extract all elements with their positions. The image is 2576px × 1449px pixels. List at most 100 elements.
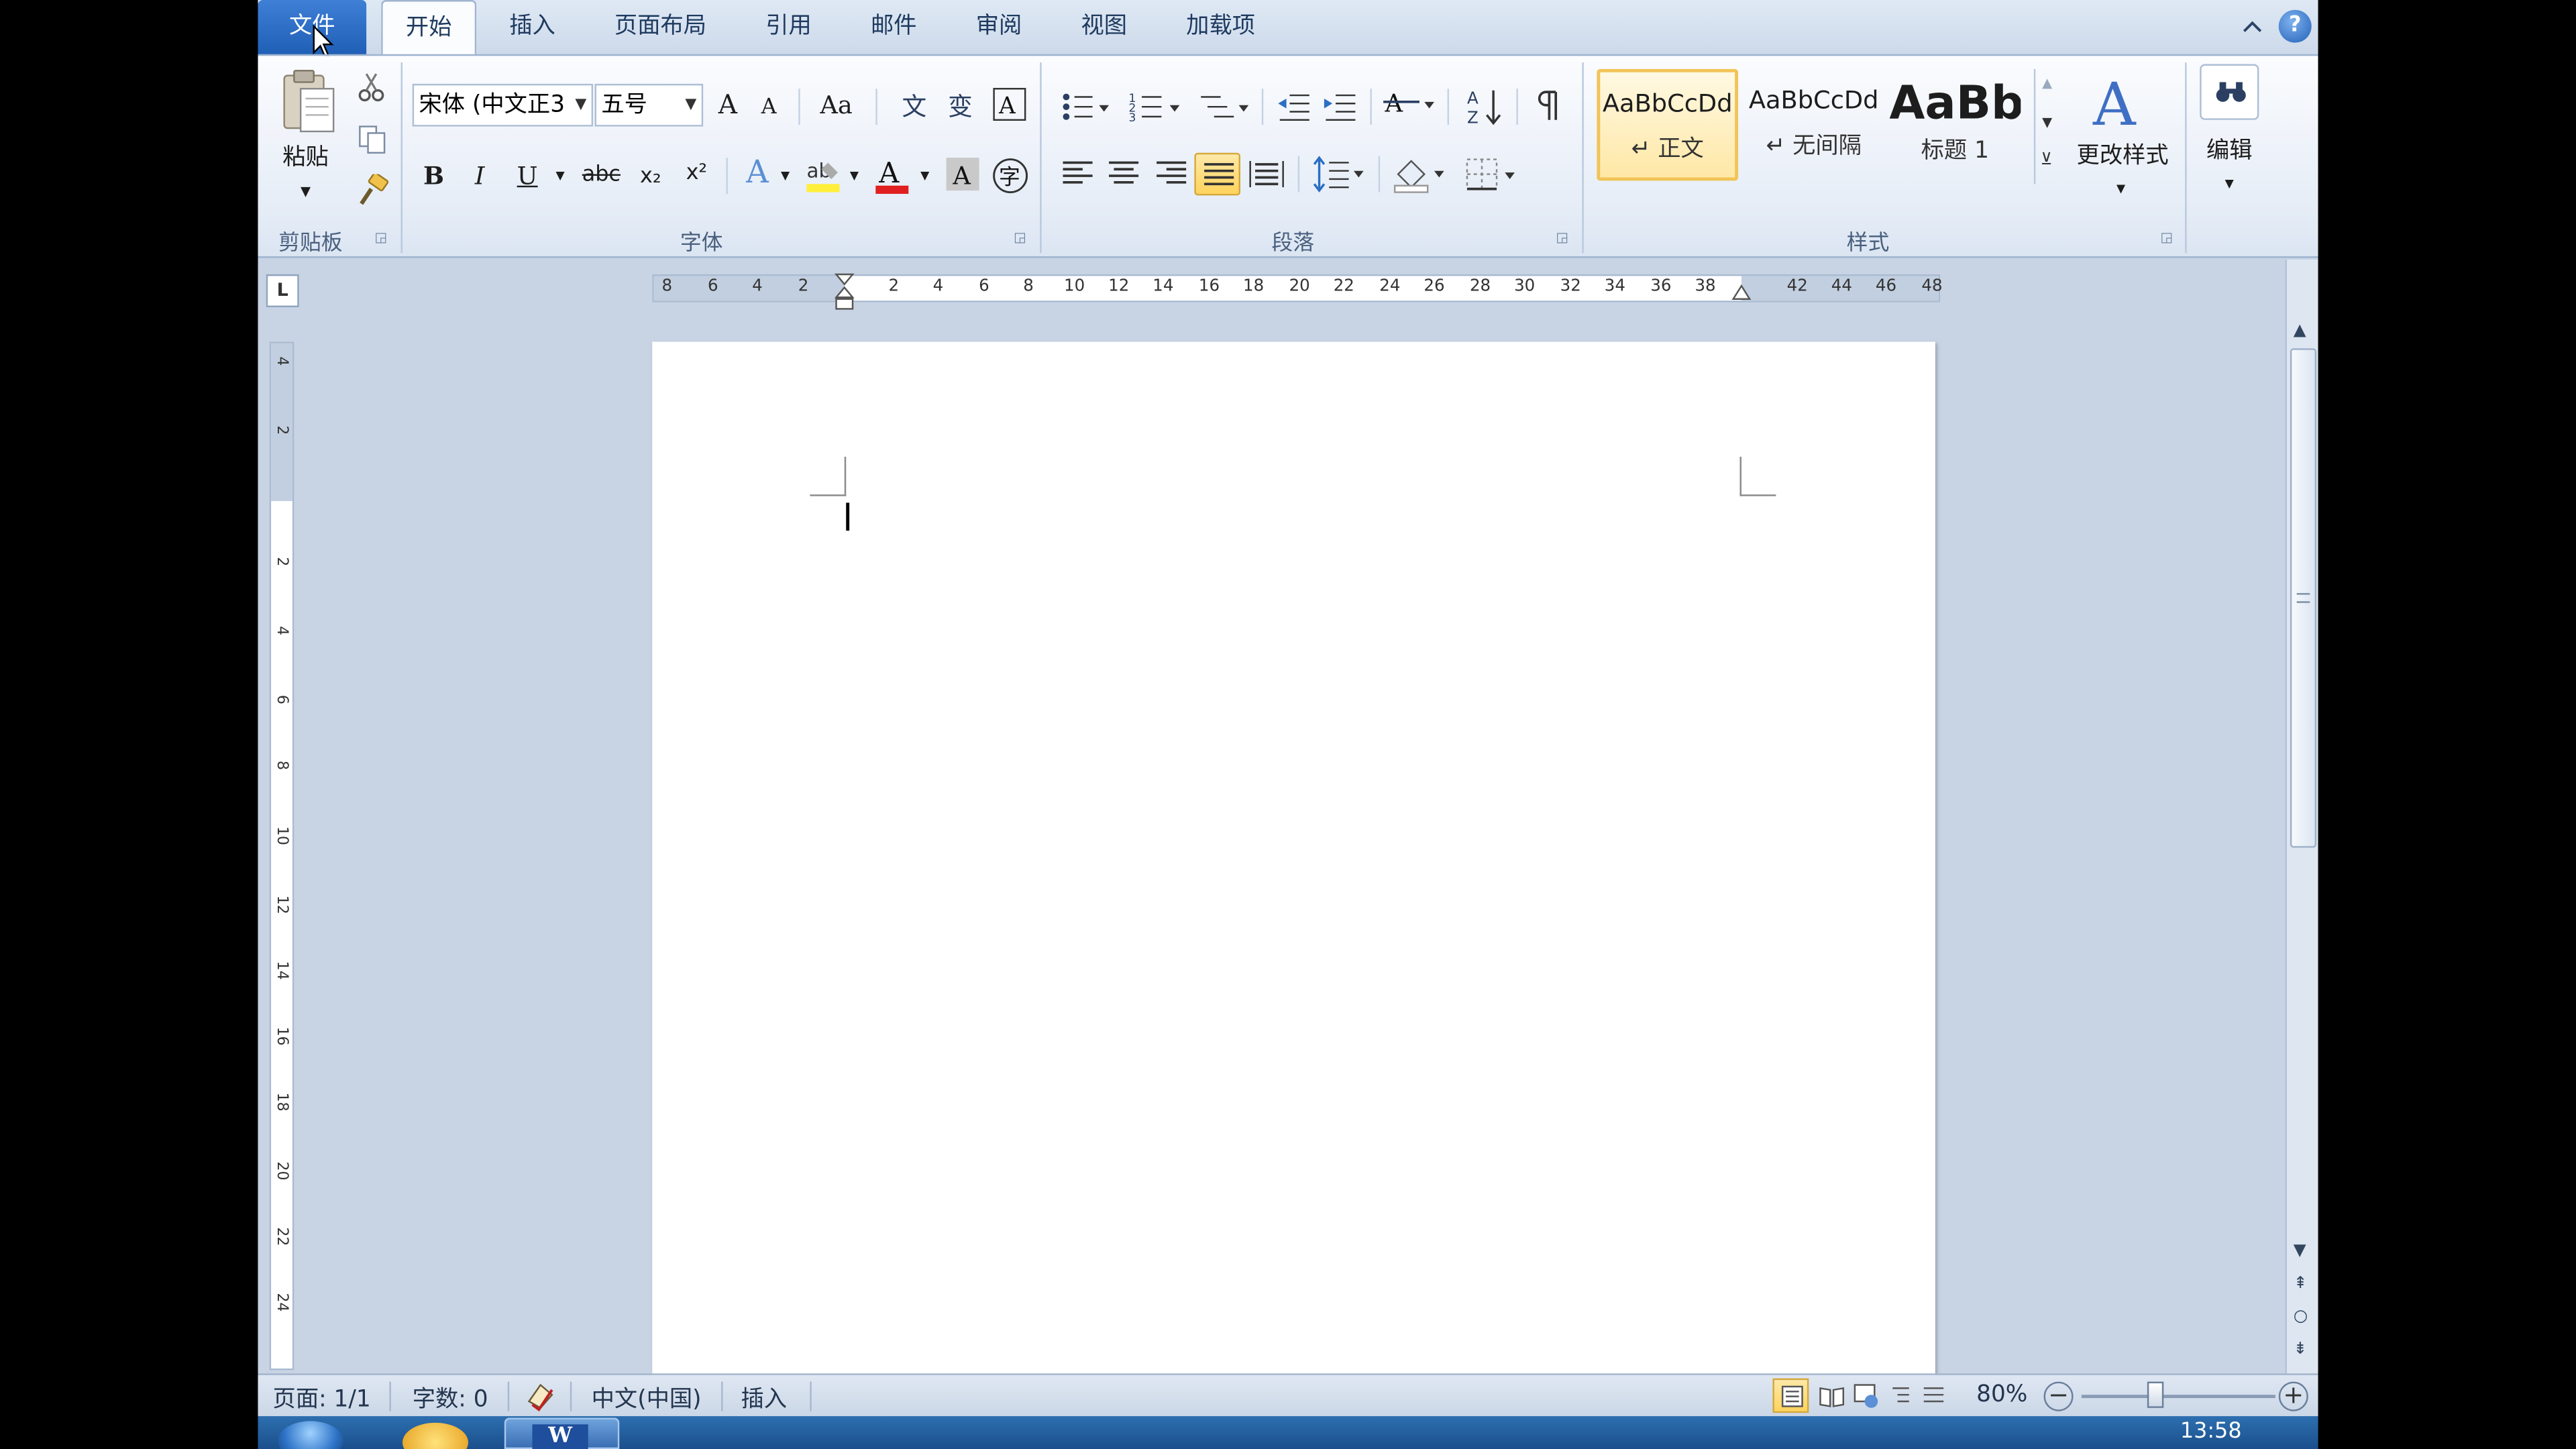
help-icon[interactable]: ? (2278, 9, 2312, 43)
outline-view-icon[interactable] (1889, 1383, 1912, 1408)
clipboard-launcher-icon[interactable]: ◲ (374, 230, 387, 245)
tab-review[interactable]: 审阅 (955, 0, 1043, 54)
distributed-align-icon[interactable] (1248, 160, 1285, 189)
show-formatting-marks-icon[interactable] (1533, 87, 1566, 127)
font-size-combo[interactable]: 五号 ▼ (594, 83, 704, 127)
previous-page-icon[interactable]: ⇞ (2294, 1275, 2308, 1293)
tab-selector-icon[interactable]: L (266, 274, 299, 307)
word-taskbar-button[interactable]: W (504, 1417, 620, 1449)
tab-references[interactable]: 引用 (744, 0, 833, 54)
page-count[interactable]: 页面: 1/1 (273, 1382, 371, 1415)
style-heading-1[interactable]: AaBb 标题 1 (1889, 69, 2021, 181)
explorer-taskbar-icon[interactable] (402, 1422, 468, 1449)
scroll-up-icon[interactable]: ▲ (2294, 322, 2306, 340)
clock[interactable]: 13:58 (2180, 1419, 2242, 1444)
more-styles-icon[interactable]: ⊻ (2041, 151, 2053, 169)
text-effects-button[interactable]: A (741, 154, 773, 191)
styles-launcher-icon[interactable]: ◲ (2160, 230, 2173, 245)
full-screen-reading-icon[interactable] (1819, 1385, 1845, 1408)
find-button[interactable] (2200, 64, 2259, 120)
subscript-button[interactable]: x₂ (633, 160, 669, 196)
format-painter-icon[interactable] (356, 174, 389, 207)
tab-insert[interactable]: 插入 (488, 0, 576, 54)
style-normal[interactable]: AaBbCcDd ↵ 正文 (1597, 68, 1739, 181)
next-page-icon[interactable]: ⇟ (2294, 1340, 2308, 1358)
zoom-in-icon[interactable]: + (2278, 1381, 2308, 1411)
horizontal-ruler[interactable]: 8 6 4 2 2 4 6 8 10 12 14 16 18 20 22 24 26 28 30 32 34 36 38 42… (652, 273, 1943, 310)
text-effects-dropdown-icon[interactable]: ▼ (777, 158, 793, 194)
change-styles-dropdown-icon[interactable]: ▼ (2111, 171, 2131, 207)
numbering-icon[interactable]: 1 2 3 (1128, 89, 1181, 125)
superscript-button[interactable]: x² (678, 156, 714, 193)
editing-dropdown-icon[interactable]: ▼ (2220, 166, 2239, 202)
web-layout-icon[interactable] (1853, 1383, 1879, 1408)
clear-format-icon[interactable]: 变 (945, 89, 981, 125)
tab-home[interactable]: 开始 (381, 0, 477, 54)
tab-addins[interactable]: 加载项 (1171, 0, 1270, 54)
font-color-icon[interactable]: A (874, 154, 910, 197)
tab-mailings[interactable]: 邮件 (849, 0, 938, 54)
tab-view[interactable]: 视图 (1060, 0, 1148, 54)
grow-font-button[interactable]: A (711, 87, 744, 123)
paragraph-launcher-icon[interactable]: ◲ (1556, 230, 1568, 245)
change-styles-button[interactable]: 更改样式 (2072, 138, 2174, 174)
change-styles-icon[interactable]: A (2086, 69, 2152, 135)
phonetic-guide-icon[interactable]: 文 (899, 89, 935, 125)
draft-view-icon[interactable] (1922, 1383, 1945, 1408)
cut-icon[interactable] (358, 72, 384, 102)
vertical-scrollbar[interactable]: ▲ ▼ ⇞ ○ ⇟ (2285, 259, 2318, 1374)
zoom-slider-thumb[interactable] (2147, 1381, 2164, 1408)
start-button-icon[interactable] (277, 1421, 343, 1449)
language-indicator[interactable]: 中文(中国) (592, 1382, 702, 1415)
print-layout-view-button[interactable] (1772, 1378, 1809, 1413)
insert-mode[interactable]: 插入 (741, 1382, 787, 1415)
style-no-spacing[interactable]: AaBbCcDd ↵ 无间隔 (1743, 69, 1884, 181)
align-left-icon[interactable] (1061, 160, 1094, 189)
indent-marker-icon[interactable] (835, 273, 855, 313)
styles-gallery-scroller[interactable]: ▲ ▼ ⊻ (2033, 68, 2062, 184)
proofing-icon[interactable] (524, 1380, 557, 1413)
borders-icon[interactable] (1464, 156, 1519, 193)
zoom-slider-track[interactable] (2081, 1395, 2275, 1399)
minimize-ribbon-icon[interactable] (2241, 16, 2263, 36)
underline-button[interactable]: U (513, 158, 542, 194)
shading-icon[interactable] (1391, 154, 1447, 194)
document-page[interactable] (652, 341, 1935, 1393)
editing-button[interactable]: 编辑 (2196, 133, 2262, 169)
scroll-down-icon[interactable]: ▼ (2042, 115, 2052, 129)
scrollbar-thumb[interactable] (2290, 348, 2317, 848)
paste-button[interactable]: 粘贴 (273, 140, 339, 176)
highlight-dropdown-icon[interactable]: ▼ (846, 158, 862, 194)
italic-button[interactable]: I (465, 158, 494, 194)
strikethrough-button[interactable]: abc (580, 158, 623, 194)
tab-page-layout[interactable]: 页面布局 (595, 0, 727, 54)
font-name-combo[interactable]: 宋体 (中文正3 ▼ (412, 83, 594, 127)
vertical-ruler[interactable]: 4 2 2 4 6 8 10 12 14 16 18 20 22 24 (269, 341, 294, 1371)
change-case-button[interactable]: Aa (813, 87, 859, 123)
increase-indent-icon[interactable] (1322, 89, 1358, 125)
highlight-icon[interactable]: ab (805, 156, 845, 196)
select-browse-object-icon[interactable]: ○ (2294, 1307, 2308, 1326)
sort-icon[interactable]: A Z (1466, 85, 1505, 128)
bullets-icon[interactable] (1060, 89, 1110, 125)
character-shading-icon[interactable]: A (945, 156, 981, 193)
multilevel-list-icon[interactable] (1197, 89, 1250, 125)
paste-icon[interactable] (278, 69, 337, 135)
chinese-layout-icon[interactable]: A (1383, 85, 1436, 125)
align-right-icon[interactable] (1155, 160, 1188, 189)
word-count[interactable]: 字数: 0 (413, 1382, 488, 1415)
scroll-down-icon[interactable]: ▼ (2294, 1242, 2306, 1260)
justify-button[interactable] (1194, 152, 1240, 196)
paste-dropdown-arrow-icon[interactable]: ▼ (294, 174, 317, 211)
scroll-up-icon[interactable]: ▲ (2042, 76, 2052, 91)
font-launcher-icon[interactable]: ◲ (1014, 230, 1026, 245)
enclose-characters-icon[interactable]: 字 (991, 156, 1030, 196)
shrink-font-button[interactable]: A (754, 91, 784, 127)
zoom-out-icon[interactable]: − (2043, 1381, 2074, 1411)
decrease-indent-icon[interactable] (1277, 89, 1313, 125)
underline-dropdown-icon[interactable]: ▼ (552, 158, 568, 194)
font-color-dropdown-icon[interactable]: ▼ (917, 158, 933, 194)
zoom-level[interactable]: 80% (1976, 1382, 2027, 1408)
line-spacing-icon[interactable] (1313, 156, 1365, 193)
bold-button[interactable]: B (419, 158, 448, 194)
